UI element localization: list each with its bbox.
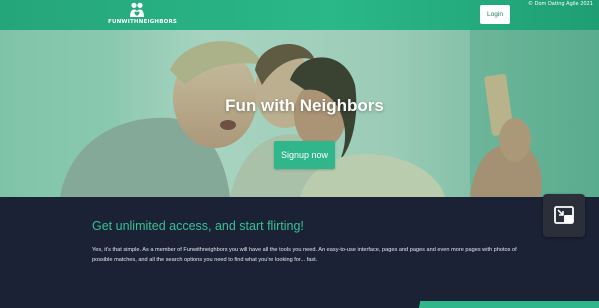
header-bar: FUNWITHNEIGHBORS Login © Dom Dating Agil… <box>0 0 599 30</box>
hero-title: Fun with Neighbors <box>225 96 384 115</box>
info-section: Get unlimited access, and start flirting… <box>0 197 599 308</box>
watermark-text: © Dom Dating Agile 2021 <box>528 1 593 7</box>
signup-button[interactable]: Signup now <box>274 141 335 169</box>
logo-text: FUNWITHNEIGHBORS <box>108 19 178 25</box>
bottom-accent-strip <box>0 301 599 308</box>
picture-in-picture-exit-icon <box>554 205 574 224</box>
info-paragraph: Yes, it's that simple. As a member of Fu… <box>92 247 517 263</box>
page: FUNWITHNEIGHBORS Login © Dom Dating Agil… <box>0 0 599 308</box>
hero-section: Fun with Neighbors Signup now <box>0 30 599 197</box>
info-heading: Get unlimited access, and start flirting… <box>92 219 304 233</box>
login-button[interactable]: Login <box>480 5 510 24</box>
couple-heart-icon <box>130 2 144 17</box>
site-logo[interactable]: FUNWITHNEIGHBORS <box>108 2 178 28</box>
picture-in-picture-button[interactable] <box>543 194 585 237</box>
